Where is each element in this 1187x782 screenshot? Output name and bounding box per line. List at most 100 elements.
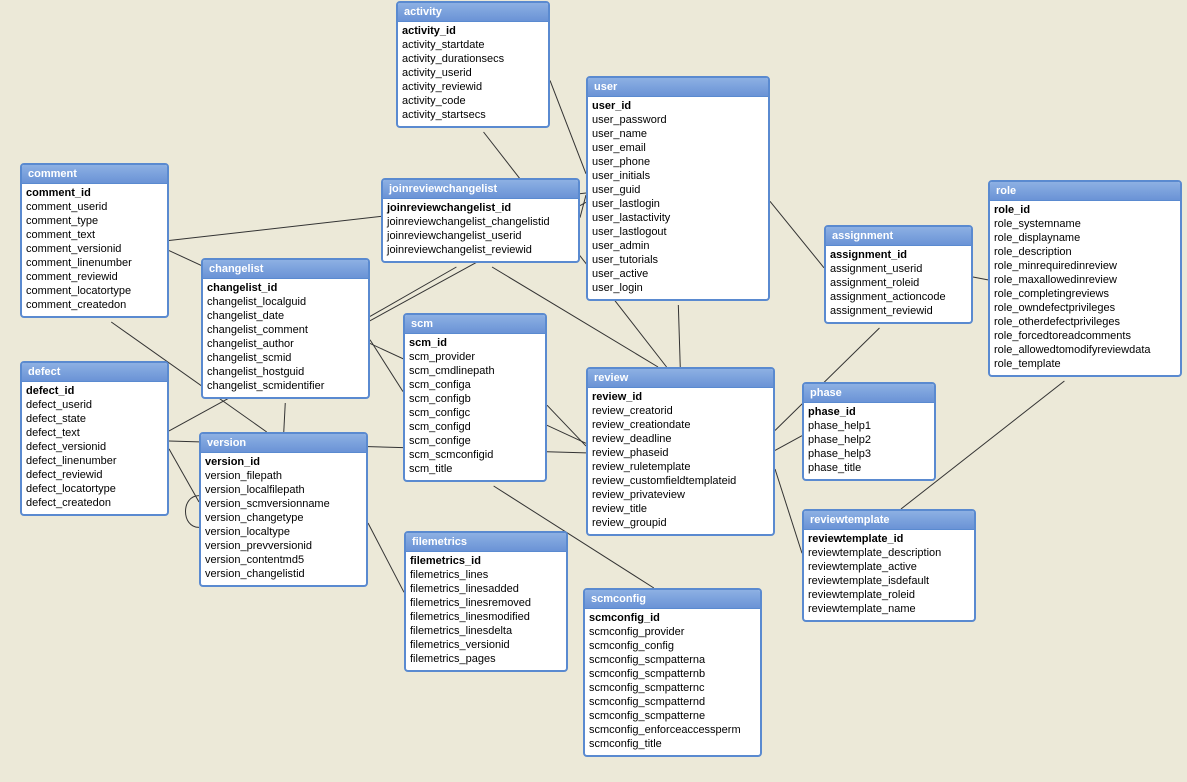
entity-header[interactable]: comment bbox=[22, 165, 167, 184]
field-scmconfig_provider[interactable]: scmconfig_provider bbox=[589, 625, 756, 639]
entity-header[interactable]: defect bbox=[22, 363, 167, 382]
entity-header[interactable]: filemetrics bbox=[406, 533, 566, 552]
field-activity_code[interactable]: activity_code bbox=[402, 94, 544, 108]
field-review_creationdate[interactable]: review_creationdate bbox=[592, 418, 769, 432]
entity-reviewtemplate[interactable]: reviewtemplatereviewtemplate_idreviewtem… bbox=[802, 509, 976, 622]
field-comment_locatortype[interactable]: comment_locatortype bbox=[26, 284, 163, 298]
entity-joinreviewchangelist[interactable]: joinreviewchangelist joinreviewchangelist… bbox=[381, 178, 580, 263]
field-phase_help1[interactable]: phase_help1 bbox=[808, 419, 930, 433]
field-scm_confige[interactable]: scm_confige bbox=[409, 434, 541, 448]
entity-version[interactable]: versionversion_idversion_filepathversion… bbox=[199, 432, 368, 587]
field-reviewtemplate_roleid[interactable]: reviewtemplate_roleid bbox=[808, 588, 970, 602]
field-changelist_author[interactable]: changelist_author bbox=[207, 337, 364, 351]
field-phase_help3[interactable]: phase_help3 bbox=[808, 447, 930, 461]
field-assignment_reviewid[interactable]: assignment_reviewid bbox=[830, 304, 967, 318]
field-role_systemname[interactable]: role_systemname bbox=[994, 217, 1176, 231]
field-scm_title[interactable]: scm_title bbox=[409, 462, 541, 476]
entity-header[interactable]: activity bbox=[398, 3, 548, 22]
entity-activity[interactable]: activityactivity_idactivity_startdateact… bbox=[396, 1, 550, 128]
field-defect_locatortype[interactable]: defect_locatortype bbox=[26, 482, 163, 496]
field-review_deadline[interactable]: review_deadline bbox=[592, 432, 769, 446]
entity-header[interactable]: phase bbox=[804, 384, 934, 403]
field-version_changetype[interactable]: version_changetype bbox=[205, 511, 362, 525]
field-user_password[interactable]: user_password bbox=[592, 113, 764, 127]
entity-header[interactable]: scmconfig bbox=[585, 590, 760, 609]
field-assignment_id[interactable]: assignment_id bbox=[830, 248, 967, 262]
entity-comment[interactable]: commentcomment_idcomment_useridcomment_t… bbox=[20, 163, 169, 318]
field-role_displayname[interactable]: role_displayname bbox=[994, 231, 1176, 245]
field-user_login[interactable]: user_login bbox=[592, 281, 764, 295]
field-activity_durationsecs[interactable]: activity_durationsecs bbox=[402, 52, 544, 66]
field-user_lastlogin[interactable]: user_lastlogin bbox=[592, 197, 764, 211]
field-user_id[interactable]: user_id bbox=[592, 99, 764, 113]
entity-header[interactable]: user bbox=[588, 78, 768, 97]
field-filemetrics_id[interactable]: filemetrics_id bbox=[410, 554, 562, 568]
field-user_tutorials[interactable]: user_tutorials bbox=[592, 253, 764, 267]
field-activity_startdate[interactable]: activity_startdate bbox=[402, 38, 544, 52]
field-role_forcedtoreadcomments[interactable]: role_forcedtoreadcomments bbox=[994, 329, 1176, 343]
field-scmconfig_scmpatternd[interactable]: scmconfig_scmpatternd bbox=[589, 695, 756, 709]
field-joinreviewchangelist_id[interactable]: joinreviewchangelist_id bbox=[387, 201, 574, 215]
field-activity_reviewid[interactable]: activity_reviewid bbox=[402, 80, 544, 94]
field-filemetrics_linesmodified[interactable]: filemetrics_linesmodified bbox=[410, 610, 562, 624]
field-defect_versionid[interactable]: defect_versionid bbox=[26, 440, 163, 454]
field-comment_userid[interactable]: comment_userid bbox=[26, 200, 163, 214]
field-review_phaseid[interactable]: review_phaseid bbox=[592, 446, 769, 460]
field-scm_configa[interactable]: scm_configa bbox=[409, 378, 541, 392]
field-comment_linenumber[interactable]: comment_linenumber bbox=[26, 256, 163, 270]
field-user_lastactivity[interactable]: user_lastactivity bbox=[592, 211, 764, 225]
field-review_privateview[interactable]: review_privateview bbox=[592, 488, 769, 502]
field-scmconfig_config[interactable]: scmconfig_config bbox=[589, 639, 756, 653]
field-version_localfilepath[interactable]: version_localfilepath bbox=[205, 483, 362, 497]
entity-role[interactable]: rolerole_idrole_systemnamerole_displayna… bbox=[988, 180, 1182, 377]
field-review_customfieldtemplateid[interactable]: review_customfieldtemplateid bbox=[592, 474, 769, 488]
field-changelist_id[interactable]: changelist_id bbox=[207, 281, 364, 295]
field-version_filepath[interactable]: version_filepath bbox=[205, 469, 362, 483]
field-filemetrics_linesdelta[interactable]: filemetrics_linesdelta bbox=[410, 624, 562, 638]
field-scmconfig_scmpatterna[interactable]: scmconfig_scmpatterna bbox=[589, 653, 756, 667]
entity-filemetrics[interactable]: filemetrics filemetrics_id filemetrics_lin… bbox=[404, 531, 568, 672]
field-comment_type[interactable]: comment_type bbox=[26, 214, 163, 228]
field-role_completingreviews[interactable]: role_completingreviews bbox=[994, 287, 1176, 301]
entity-scm[interactable]: scmscm_idscm_providerscm_cmdlinepathscm_… bbox=[403, 313, 547, 482]
field-phase_help2[interactable]: phase_help2 bbox=[808, 433, 930, 447]
field-activity_userid[interactable]: activity_userid bbox=[402, 66, 544, 80]
entity-assignment[interactable]: assignmentassignment_idassignment_userid… bbox=[824, 225, 973, 324]
field-phase_title[interactable]: phase_title bbox=[808, 461, 930, 475]
entity-user[interactable]: user user_iduser_passworduser_nameuser_em… bbox=[586, 76, 770, 301]
entity-scmconfig[interactable]: scmconfigscmconfig_idscmconfig_providers… bbox=[583, 588, 762, 757]
field-defect_createdon[interactable]: defect_createdon bbox=[26, 496, 163, 510]
field-scmconfig_title[interactable]: scmconfig_title bbox=[589, 737, 756, 751]
field-scm_id[interactable]: scm_id bbox=[409, 336, 541, 350]
field-user_email[interactable]: user_email bbox=[592, 141, 764, 155]
entity-header[interactable]: reviewtemplate bbox=[804, 511, 974, 530]
entity-header[interactable]: role bbox=[990, 182, 1180, 201]
field-defect_linenumber[interactable]: defect_linenumber bbox=[26, 454, 163, 468]
field-user_name[interactable]: user_name bbox=[592, 127, 764, 141]
field-defect_state[interactable]: defect_state bbox=[26, 412, 163, 426]
field-filemetrics_linesremoved[interactable]: filemetrics_linesremoved bbox=[410, 596, 562, 610]
field-user_admin[interactable]: user_admin bbox=[592, 239, 764, 253]
entity-header[interactable]: joinreviewchangelist bbox=[383, 180, 578, 199]
field-scm_provider[interactable]: scm_provider bbox=[409, 350, 541, 364]
field-scmconfig_enforceaccessperm[interactable]: scmconfig_enforceaccessperm bbox=[589, 723, 756, 737]
field-role_minrequiredinreview[interactable]: role_minrequiredinreview bbox=[994, 259, 1176, 273]
field-review_groupid[interactable]: review_groupid bbox=[592, 516, 769, 530]
entity-header[interactable]: assignment bbox=[826, 227, 971, 246]
field-changelist_localguid[interactable]: changelist_localguid bbox=[207, 295, 364, 309]
field-role_allowedtomodifyreviewdata[interactable]: role_allowedtomodifyreviewdata bbox=[994, 343, 1176, 357]
field-review_ruletemplate[interactable]: review_ruletemplate bbox=[592, 460, 769, 474]
field-role_maxallowedinreview[interactable]: role_maxallowedinreview bbox=[994, 273, 1176, 287]
entity-header[interactable]: version bbox=[201, 434, 366, 453]
field-joinreviewchangelist_userid[interactable]: joinreviewchangelist_userid bbox=[387, 229, 574, 243]
field-reviewtemplate_name[interactable]: reviewtemplate_name bbox=[808, 602, 970, 616]
entity-review[interactable]: reviewreview_idreview_creatoridreview_cr… bbox=[586, 367, 775, 536]
field-comment_text[interactable]: comment_text bbox=[26, 228, 163, 242]
field-user_phone[interactable]: user_phone bbox=[592, 155, 764, 169]
field-scm_cmdlinepath[interactable]: scm_cmdlinepath bbox=[409, 364, 541, 378]
field-assignment_actioncode[interactable]: assignment_actioncode bbox=[830, 290, 967, 304]
field-joinreviewchangelist_reviewid[interactable]: joinreviewchangelist_reviewid bbox=[387, 243, 574, 257]
field-defect_reviewid[interactable]: defect_reviewid bbox=[26, 468, 163, 482]
field-changelist_scmid[interactable]: changelist_scmid bbox=[207, 351, 364, 365]
field-reviewtemplate_description[interactable]: reviewtemplate_description bbox=[808, 546, 970, 560]
